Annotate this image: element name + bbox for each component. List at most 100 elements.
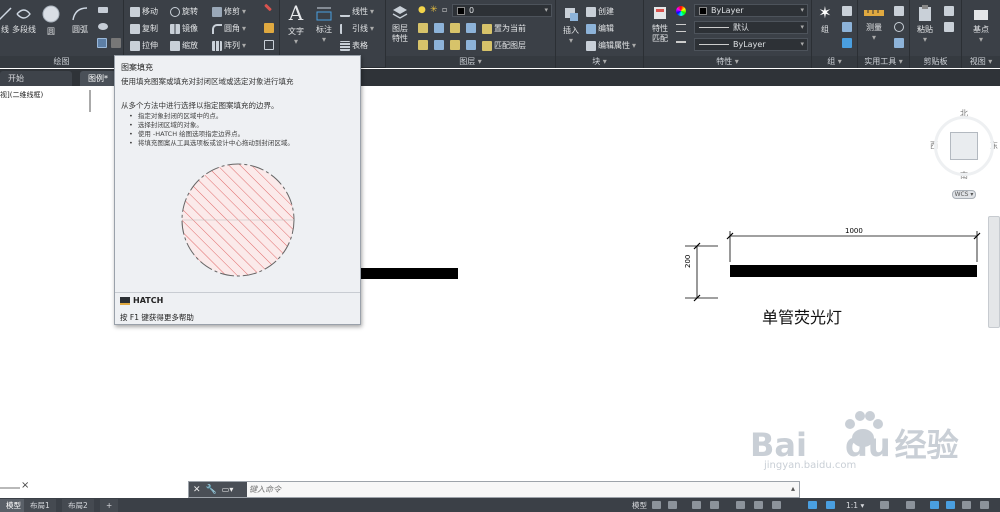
layer-properties-button[interactable]: 图层 特性 bbox=[388, 4, 412, 44]
dimension-button[interactable]: 标注 ▾ bbox=[312, 4, 336, 44]
ucs-x-mark: × bbox=[21, 480, 29, 491]
watermark-brand2: du bbox=[844, 426, 891, 464]
copy-clip-icon[interactable] bbox=[944, 22, 954, 32]
isolate-icon[interactable] bbox=[930, 501, 939, 509]
command-input[interactable] bbox=[249, 483, 779, 496]
status-bar: 模型 布局1 布局2 + 模型 1:1 ▾ bbox=[0, 498, 1000, 512]
layer-tool-icon-8[interactable] bbox=[466, 40, 476, 50]
tab-model[interactable]: 模型 bbox=[0, 499, 27, 512]
command-line: ✕ 🔧 ▭▾ ▴ bbox=[188, 481, 800, 498]
layer-tool-icon-7[interactable] bbox=[450, 40, 460, 50]
plus-icon[interactable] bbox=[906, 501, 915, 509]
layer-tool-icon-3[interactable] bbox=[450, 23, 460, 33]
group-button[interactable]: ✶ 组 bbox=[814, 4, 836, 35]
layer-tool-icon-1[interactable] bbox=[418, 23, 428, 33]
sun-icon: ✳ bbox=[430, 5, 438, 15]
customize-icon[interactable] bbox=[980, 501, 989, 509]
cut-icon[interactable] bbox=[944, 6, 954, 16]
insert-button[interactable]: 插入 ▾ bbox=[558, 5, 584, 45]
id-point-icon[interactable] bbox=[894, 38, 904, 48]
close-icon[interactable]: ✕ bbox=[193, 485, 201, 495]
explode-icon[interactable] bbox=[264, 23, 274, 33]
rotate-button[interactable]: 旋转 bbox=[170, 5, 198, 18]
trim-button[interactable]: 修剪 ▾ bbox=[212, 5, 246, 18]
stretch-button[interactable]: 拉伸 bbox=[130, 39, 158, 52]
match-layer-button[interactable]: 匹配图层 bbox=[482, 39, 526, 52]
quick-calc-icon[interactable] bbox=[894, 6, 904, 16]
wcs-menu[interactable]: WCS ▾ bbox=[952, 190, 976, 199]
edit-block-button[interactable]: 编辑 bbox=[586, 22, 614, 35]
lineweight-icon bbox=[676, 41, 686, 49]
grid-icon[interactable] bbox=[652, 501, 661, 509]
tab-layout2[interactable]: 布局2 bbox=[62, 499, 94, 512]
paste-button[interactable]: 粘贴 ▾ bbox=[912, 4, 938, 44]
ellipse-icon[interactable] bbox=[98, 23, 108, 30]
linear-button[interactable]: 线性 ▾ bbox=[340, 5, 374, 18]
tab-start[interactable]: 开始 bbox=[0, 71, 72, 86]
copy-button[interactable]: 复制 bbox=[130, 22, 158, 35]
rectangle-icon[interactable] bbox=[98, 7, 108, 13]
table-button[interactable]: 表格 bbox=[340, 39, 368, 52]
dim-height-text: 200 bbox=[684, 254, 692, 268]
gradient-icon[interactable] bbox=[111, 38, 121, 48]
linear-dim-icon bbox=[340, 7, 350, 17]
circle-button[interactable]: 圆 bbox=[40, 4, 62, 37]
watermark-cn: 经验 bbox=[894, 426, 959, 464]
viewcube[interactable]: 北 西 东 南 WCS ▾ bbox=[928, 108, 1000, 208]
layer-tool-icon-2[interactable] bbox=[434, 23, 444, 33]
offset-icon[interactable] bbox=[264, 40, 274, 50]
arc-button[interactable]: 圆弧 bbox=[68, 6, 92, 35]
lineweight-toggle-icon[interactable] bbox=[772, 501, 781, 509]
chevron-up-icon[interactable]: ▴ bbox=[791, 484, 795, 493]
group-edit-icon[interactable] bbox=[842, 22, 852, 32]
lineweight-dropdown[interactable]: ByLayer ▾ bbox=[694, 38, 808, 51]
model-space-button[interactable]: 模型 bbox=[626, 499, 653, 512]
tab-layout1[interactable]: 布局1 bbox=[24, 499, 56, 512]
polyline-label: 多段线 bbox=[12, 25, 36, 34]
layer-tool-icon-6[interactable] bbox=[434, 40, 444, 50]
layer-tool-icon-4[interactable] bbox=[466, 23, 476, 33]
measure-button[interactable]: 测量 ▾ bbox=[860, 6, 888, 42]
otrack-icon[interactable] bbox=[754, 501, 763, 509]
array-button[interactable]: 阵列 ▾ bbox=[212, 39, 246, 52]
wrench-icon[interactable]: 🔧 bbox=[206, 485, 217, 495]
auto-scale-icon[interactable] bbox=[826, 501, 835, 509]
edit-attributes-button[interactable]: 编辑属性 ▾ bbox=[586, 39, 636, 52]
layer-dropdown[interactable]: 0 ▾ bbox=[452, 4, 552, 17]
watermark-url: jingyan.baidu.com bbox=[764, 460, 857, 471]
osnap-icon[interactable] bbox=[736, 501, 745, 509]
gear-icon[interactable] bbox=[880, 501, 889, 509]
clean-screen-icon[interactable] bbox=[962, 501, 971, 509]
leader-button[interactable]: 引线 ▾ bbox=[340, 22, 374, 35]
point-icon[interactable] bbox=[894, 22, 904, 32]
color-dropdown[interactable]: ByLayer ▾ bbox=[694, 4, 808, 17]
erase-icon[interactable] bbox=[264, 3, 272, 12]
annotation-visibility-icon[interactable] bbox=[808, 501, 817, 509]
move-button[interactable]: 移动 bbox=[130, 5, 158, 18]
set-current-button[interactable]: 置为当前 bbox=[482, 22, 526, 35]
layer-tool-icon-5[interactable] bbox=[418, 40, 428, 50]
base-point-button[interactable]: 基点 ▾ bbox=[966, 6, 996, 44]
polyline-button[interactable]: 多段线 bbox=[10, 6, 38, 35]
polar-icon[interactable] bbox=[710, 501, 719, 509]
dim-width-text: 1000 bbox=[845, 227, 863, 235]
create-block-button[interactable]: 创建 bbox=[586, 5, 614, 18]
viewcube-ring bbox=[934, 116, 994, 176]
tab-drawing[interactable]: 图例* bbox=[80, 71, 116, 86]
recent-commands-icon[interactable]: ▭▾ bbox=[222, 485, 234, 494]
match-properties-button[interactable]: 特性 匹配 bbox=[648, 4, 672, 44]
annotation-scale[interactable]: 1:1 ▾ bbox=[840, 499, 871, 512]
hatch-icon[interactable] bbox=[97, 38, 107, 48]
linetype-dropdown[interactable]: 默认 ▾ bbox=[694, 21, 808, 34]
snap-icon[interactable] bbox=[668, 501, 677, 509]
add-layout-button[interactable]: + bbox=[100, 499, 119, 512]
navigation-bar[interactable] bbox=[988, 216, 1000, 328]
fillet-button[interactable]: 圆角 ▾ bbox=[212, 22, 246, 35]
mirror-button[interactable]: 镜像 bbox=[170, 22, 198, 35]
text-button[interactable]: A 文字 ▾ bbox=[284, 2, 308, 46]
ortho-icon[interactable] bbox=[692, 501, 701, 509]
scale-button[interactable]: 缩放 bbox=[170, 39, 198, 52]
group-select-icon[interactable] bbox=[842, 38, 852, 48]
hardware-accel-icon[interactable] bbox=[946, 501, 955, 509]
ungroup-icon[interactable] bbox=[842, 6, 852, 16]
